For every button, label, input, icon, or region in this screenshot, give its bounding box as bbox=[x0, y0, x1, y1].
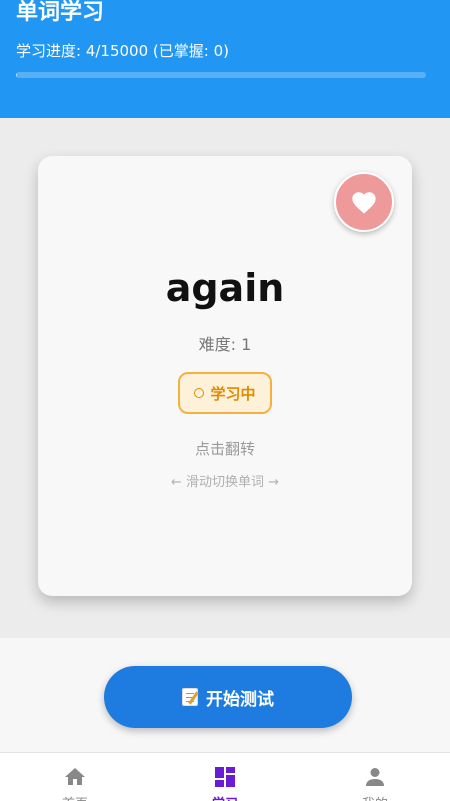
app-header: 单词学习 学习进度: 4/15000 (已掌握: 0) bbox=[0, 0, 450, 118]
flip-hint: 点击翻转 bbox=[38, 438, 412, 459]
difficulty-value: 1 bbox=[241, 335, 251, 354]
difficulty-text: 难度: 1 bbox=[38, 331, 412, 355]
status-badge: 学习中 bbox=[178, 372, 272, 414]
memo-icon bbox=[182, 688, 198, 706]
progress-bar bbox=[16, 72, 426, 78]
page-title: 单词学习 bbox=[16, 0, 104, 28]
tab-home[interactable]: 首页 bbox=[0, 753, 150, 801]
word-text: again bbox=[38, 266, 412, 310]
start-test-button[interactable]: 开始测试 bbox=[104, 666, 352, 728]
status-label: 学习中 bbox=[210, 383, 255, 404]
tab-study[interactable]: 学习 bbox=[150, 753, 300, 801]
swipe-hint: ← 滑动切换单词 → bbox=[38, 471, 412, 490]
circle-icon bbox=[194, 388, 204, 398]
word-card[interactable]: again 难度: 1 学习中 点击翻转 ← 滑动切换单词 → bbox=[38, 156, 412, 596]
favorite-button[interactable] bbox=[334, 172, 394, 232]
home-icon bbox=[63, 765, 87, 789]
user-icon bbox=[363, 765, 387, 789]
progress-text: 学习进度: 4/15000 (已掌握: 0) bbox=[16, 40, 229, 62]
bottom-tab-bar: 首页 学习 我的 bbox=[0, 752, 450, 801]
difficulty-label: 难度: bbox=[199, 335, 241, 354]
grid-icon bbox=[213, 765, 237, 789]
start-test-label: 开始测试 bbox=[206, 685, 274, 710]
heart-icon bbox=[350, 189, 378, 215]
tab-profile[interactable]: 我的 bbox=[300, 753, 450, 801]
